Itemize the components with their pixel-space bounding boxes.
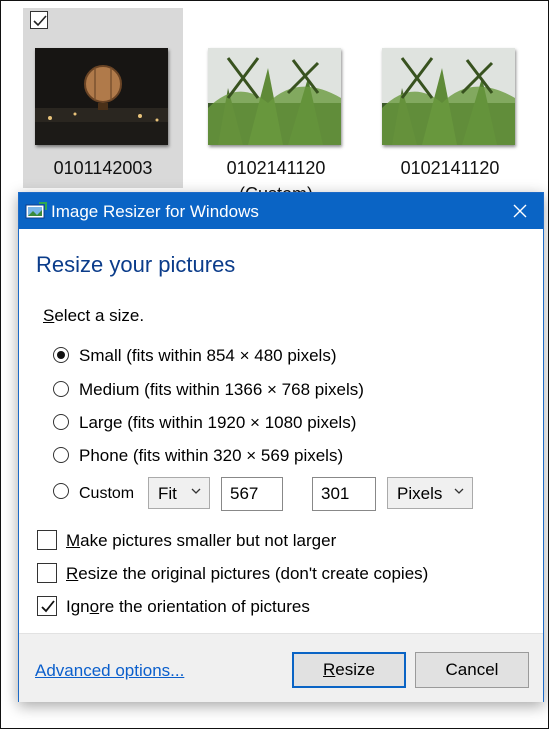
- checkmark-icon: [41, 600, 55, 613]
- custom-label: Custom: [79, 485, 135, 502]
- unit-dropdown[interactable]: Pixels: [387, 477, 473, 509]
- unit-value: Pixels: [397, 484, 443, 503]
- selection-checkbox[interactable]: [30, 11, 48, 29]
- size-option-custom[interactable]: Custom Fit × Pixels: [53, 477, 513, 511]
- cancel-button[interactable]: Cancel: [415, 652, 529, 688]
- size-option-label: Phone (fits within 320 × 569 pixels): [79, 446, 344, 465]
- size-option-label: Large (fits within 1920 × 1080 pixels): [79, 413, 357, 432]
- chevron-down-icon: [191, 488, 201, 494]
- image-resizer-app-icon: [25, 202, 47, 219]
- thumbnail-image-balloon: [35, 48, 168, 145]
- checkbox[interactable]: [37, 563, 57, 583]
- advanced-options-link[interactable]: Advanced options...: [35, 661, 184, 681]
- fit-mode-value: Fit: [158, 484, 177, 503]
- thumbnail-caption: 0102141120: [400, 158, 500, 178]
- thumbnail-caption: 0102141120: [226, 158, 326, 178]
- file-thumbnail-1[interactable]: 0101142003: [23, 8, 183, 188]
- chevron-down-icon: [454, 488, 464, 494]
- close-button[interactable]: [497, 193, 543, 229]
- radio-button[interactable]: [53, 447, 69, 463]
- select-size-label: Select a size.: [43, 306, 145, 325]
- height-input[interactable]: [312, 477, 376, 511]
- size-option-label: Medium (fits within 1366 × 768 pixels): [79, 380, 364, 399]
- image-resizer-dialog: Image Resizer for Windows Resize your pi…: [18, 192, 544, 702]
- dialog-footer: Advanced options... Resize Cancel: [19, 633, 543, 702]
- width-input[interactable]: [221, 477, 283, 511]
- file-thumbnail-2[interactable]: 0102141120 (Custom): [196, 8, 356, 195]
- resize-button[interactable]: Resize: [292, 652, 406, 688]
- radio-button[interactable]: [53, 414, 69, 430]
- thumbnail-image-palms: [208, 48, 341, 145]
- fit-mode-dropdown[interactable]: Fit: [148, 477, 210, 509]
- option-label: Resize the original pictures (don't crea…: [66, 564, 429, 583]
- file-thumbnail-3[interactable]: 0102141120: [370, 8, 530, 188]
- checkbox[interactable]: [37, 596, 57, 616]
- radio-button[interactable]: [53, 347, 69, 363]
- checkmark-icon: [33, 15, 47, 27]
- window-title: Image Resizer for Windows: [51, 202, 259, 221]
- title-bar[interactable]: Image Resizer for Windows: [19, 193, 543, 229]
- dialog-heading: Resize your pictures: [36, 252, 236, 277]
- radio-button[interactable]: [53, 483, 69, 499]
- close-icon: [513, 204, 527, 218]
- thumbnail-caption: 0101142003: [53, 158, 153, 178]
- radio-button[interactable]: [53, 381, 69, 397]
- size-option-label: Small (fits within 854 × 480 pixels): [79, 346, 337, 365]
- thumbnail-image-palms: [382, 48, 515, 145]
- option-label: Ignore the orientation of pictures: [66, 597, 310, 616]
- checkbox[interactable]: [37, 530, 57, 550]
- option-label: Make pictures smaller but not larger: [66, 531, 337, 550]
